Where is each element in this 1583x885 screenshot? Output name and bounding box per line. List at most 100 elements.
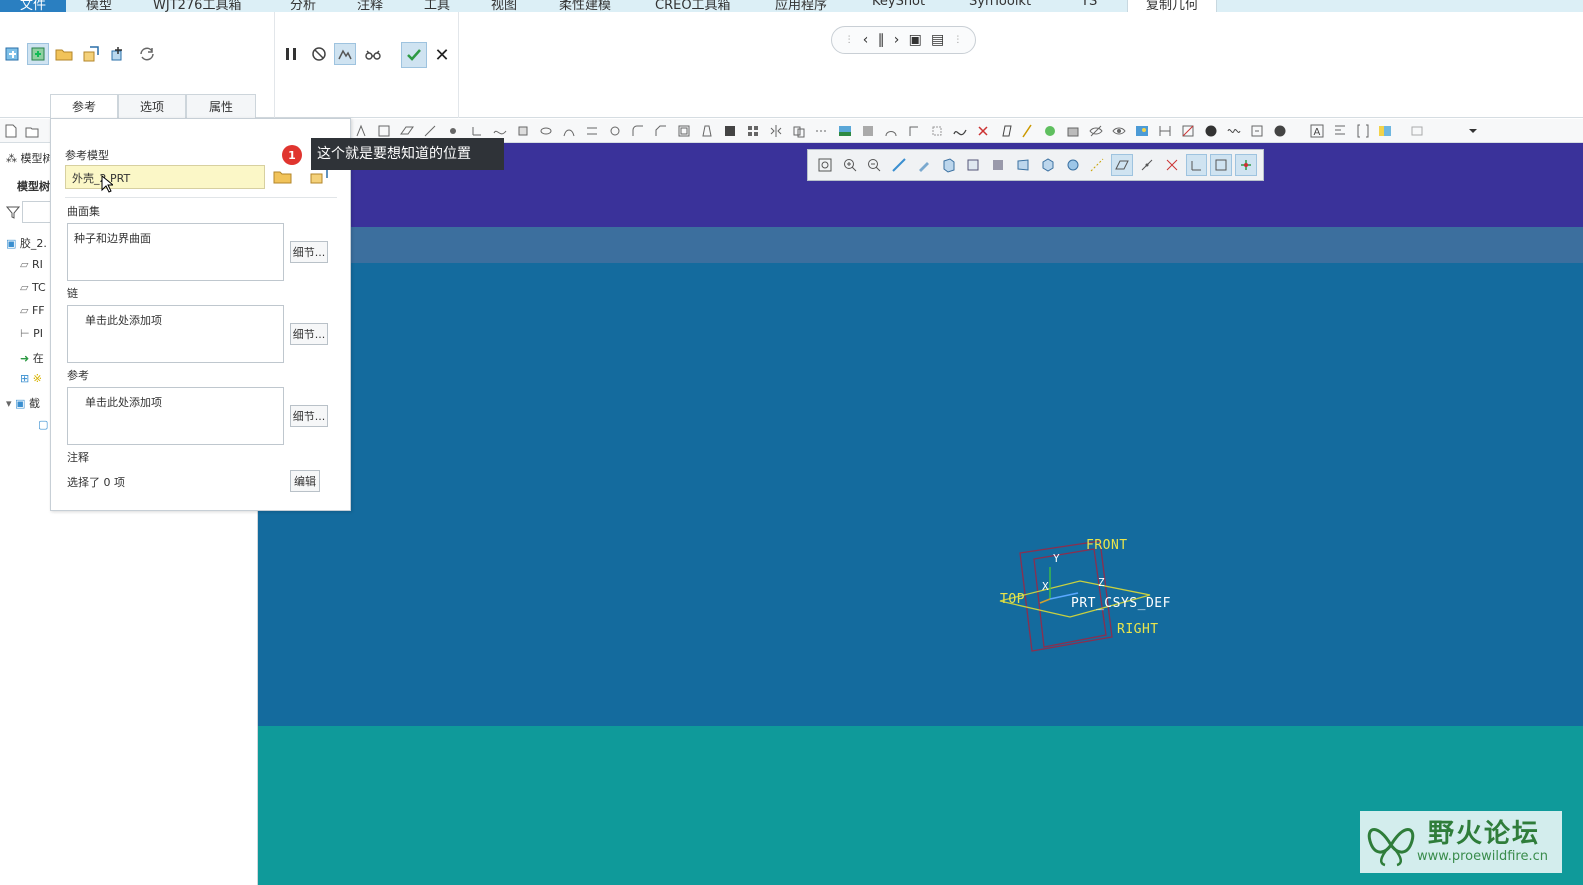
verify-preview-icon[interactable]	[334, 43, 356, 65]
revolve-icon[interactable]	[539, 124, 553, 138]
toolbar-overflow-icon[interactable]	[1466, 124, 1480, 138]
display-style-icon[interactable]	[1273, 124, 1287, 138]
view-manager-icon[interactable]	[1410, 124, 1424, 138]
tab-wjt276[interactable]: WJT276工具箱	[153, 0, 241, 12]
shell-icon[interactable]	[677, 124, 691, 138]
zoom-out-icon[interactable]	[864, 154, 886, 176]
reference-collector[interactable]: 单击此处添加项	[67, 387, 284, 445]
repaint-icon[interactable]	[888, 154, 910, 176]
chamfer-icon[interactable]	[654, 124, 668, 138]
spline-icon[interactable]	[953, 124, 967, 138]
tree-item-part[interactable]: ▣ 胶_2.	[6, 235, 47, 251]
axis-display-icon[interactable]	[1086, 154, 1108, 176]
tab-flexible-modeling[interactable]: 柔性建模	[559, 0, 611, 12]
tab-applications[interactable]: 应用程序	[775, 0, 827, 12]
subtab-options[interactable]: 选项	[118, 94, 186, 118]
section-icon[interactable]	[1181, 124, 1195, 138]
open-folder-icon[interactable]	[53, 43, 75, 65]
tree-item-child[interactable]: ▢	[38, 418, 48, 431]
sphere-green-icon[interactable]	[1043, 124, 1057, 138]
scene-icon[interactable]	[1135, 124, 1149, 138]
tree-item-front[interactable]: ▱ FF	[20, 304, 45, 317]
annotation-icon[interactable]	[1333, 124, 1347, 138]
plane-display-icon[interactable]	[1111, 154, 1133, 176]
pattern-icon[interactable]	[746, 124, 760, 138]
spin-center-toggle-icon[interactable]	[1235, 154, 1257, 176]
external-reference-icon[interactable]	[27, 43, 49, 65]
next-icon[interactable]: ›	[894, 32, 900, 48]
pan-icon[interactable]	[913, 154, 935, 176]
appearance-icon[interactable]	[838, 124, 852, 138]
display-style-dropdown-icon[interactable]	[987, 154, 1009, 176]
text-icon[interactable]: A	[1310, 124, 1324, 138]
copy-geometry-icon[interactable]	[80, 43, 102, 65]
tree-item-section[interactable]: ▾ ▣ 截	[6, 395, 40, 411]
trim-icon[interactable]	[815, 124, 829, 138]
extrude-icon[interactable]	[516, 124, 530, 138]
surface-set-item[interactable]: 种子和边界曲面	[74, 232, 151, 245]
tab-creo-toolbox[interactable]: CREO工具箱	[655, 0, 731, 12]
new-file-icon[interactable]	[4, 124, 18, 138]
point-display-icon[interactable]	[1136, 154, 1158, 176]
parallelogram-icon[interactable]	[999, 124, 1013, 138]
spin-center-icon[interactable]	[1037, 154, 1059, 176]
render-icon[interactable]	[861, 124, 875, 138]
save-icon[interactable]: ▣	[909, 32, 922, 48]
subtab-references[interactable]: 参考	[50, 94, 118, 118]
publish-geometry-icon[interactable]	[2, 43, 24, 65]
frame-icon[interactable]	[1250, 124, 1264, 138]
pause-icon[interactable]	[280, 43, 302, 65]
datum-icon[interactable]	[377, 124, 391, 138]
mirror-icon[interactable]	[769, 124, 783, 138]
reference-model-field[interactable]: 外壳_2.PRT	[65, 165, 265, 189]
saved-views-icon[interactable]	[1378, 124, 1392, 138]
blend-icon[interactable]	[585, 124, 599, 138]
boundary-icon[interactable]	[884, 124, 898, 138]
tree-item-new-feature[interactable]: ⊞ ※	[20, 372, 42, 385]
tab-file[interactable]: 文件	[0, 0, 66, 12]
tab-view[interactable]: 视图	[491, 0, 517, 12]
point-tag-icon[interactable]	[1161, 154, 1183, 176]
edit-button[interactable]: 编辑	[290, 470, 320, 492]
saved-orientation-icon[interactable]	[938, 154, 960, 176]
cancel-button[interactable]: ✕	[432, 45, 452, 66]
hole-icon[interactable]	[608, 124, 622, 138]
no-preview-icon[interactable]	[308, 43, 330, 65]
surface-set-details-button[interactable]: 细节...	[290, 241, 328, 263]
point-icon[interactable]	[446, 124, 460, 138]
tab-tools[interactable]: 工具	[424, 0, 450, 12]
tab-model[interactable]: 模型	[86, 0, 112, 12]
draft-icon[interactable]	[700, 124, 714, 138]
perspective-icon[interactable]	[1012, 154, 1034, 176]
glasses-icon[interactable]	[362, 43, 384, 65]
filter-icon[interactable]	[5, 205, 21, 222]
axis-icon[interactable]	[423, 124, 437, 138]
tab-annotate[interactable]: 注释	[357, 0, 383, 12]
merge-icon[interactable]	[792, 124, 806, 138]
csys-icon[interactable]	[470, 124, 484, 138]
csys-display-icon[interactable]	[1185, 154, 1208, 176]
offset-icon[interactable]	[907, 124, 921, 138]
subtab-properties[interactable]: 属性	[186, 94, 256, 118]
tree-item-right[interactable]: ▱ RI	[20, 258, 43, 271]
tab-analysis[interactable]: 分析	[290, 0, 316, 12]
wave-icon[interactable]	[1227, 124, 1241, 138]
tree-search-input[interactable]	[22, 201, 52, 223]
previous-icon[interactable]: ‹	[863, 32, 869, 48]
transform-icon[interactable]	[107, 43, 129, 65]
zoom-in-icon[interactable]	[839, 154, 861, 176]
refresh-icon[interactable]	[136, 43, 158, 65]
chain-collector[interactable]: 单击此处添加项	[67, 305, 284, 363]
chain-details-button[interactable]: 细节...	[290, 323, 328, 345]
slash-icon[interactable]	[1020, 124, 1034, 138]
eye-icon[interactable]	[1112, 124, 1126, 138]
copy-model-button[interactable]	[309, 167, 331, 187]
curve-icon[interactable]	[493, 124, 507, 138]
hide-icon[interactable]	[1089, 124, 1103, 138]
tab-syntoolkt[interactable]: SynToolkt	[969, 0, 1031, 12]
open-model-button[interactable]	[273, 167, 295, 187]
layer-icon[interactable]	[1066, 124, 1080, 138]
refit-icon[interactable]	[814, 154, 836, 176]
reference-details-button[interactable]: 细节...	[290, 405, 328, 427]
save-as-icon[interactable]: ▤	[931, 32, 944, 48]
